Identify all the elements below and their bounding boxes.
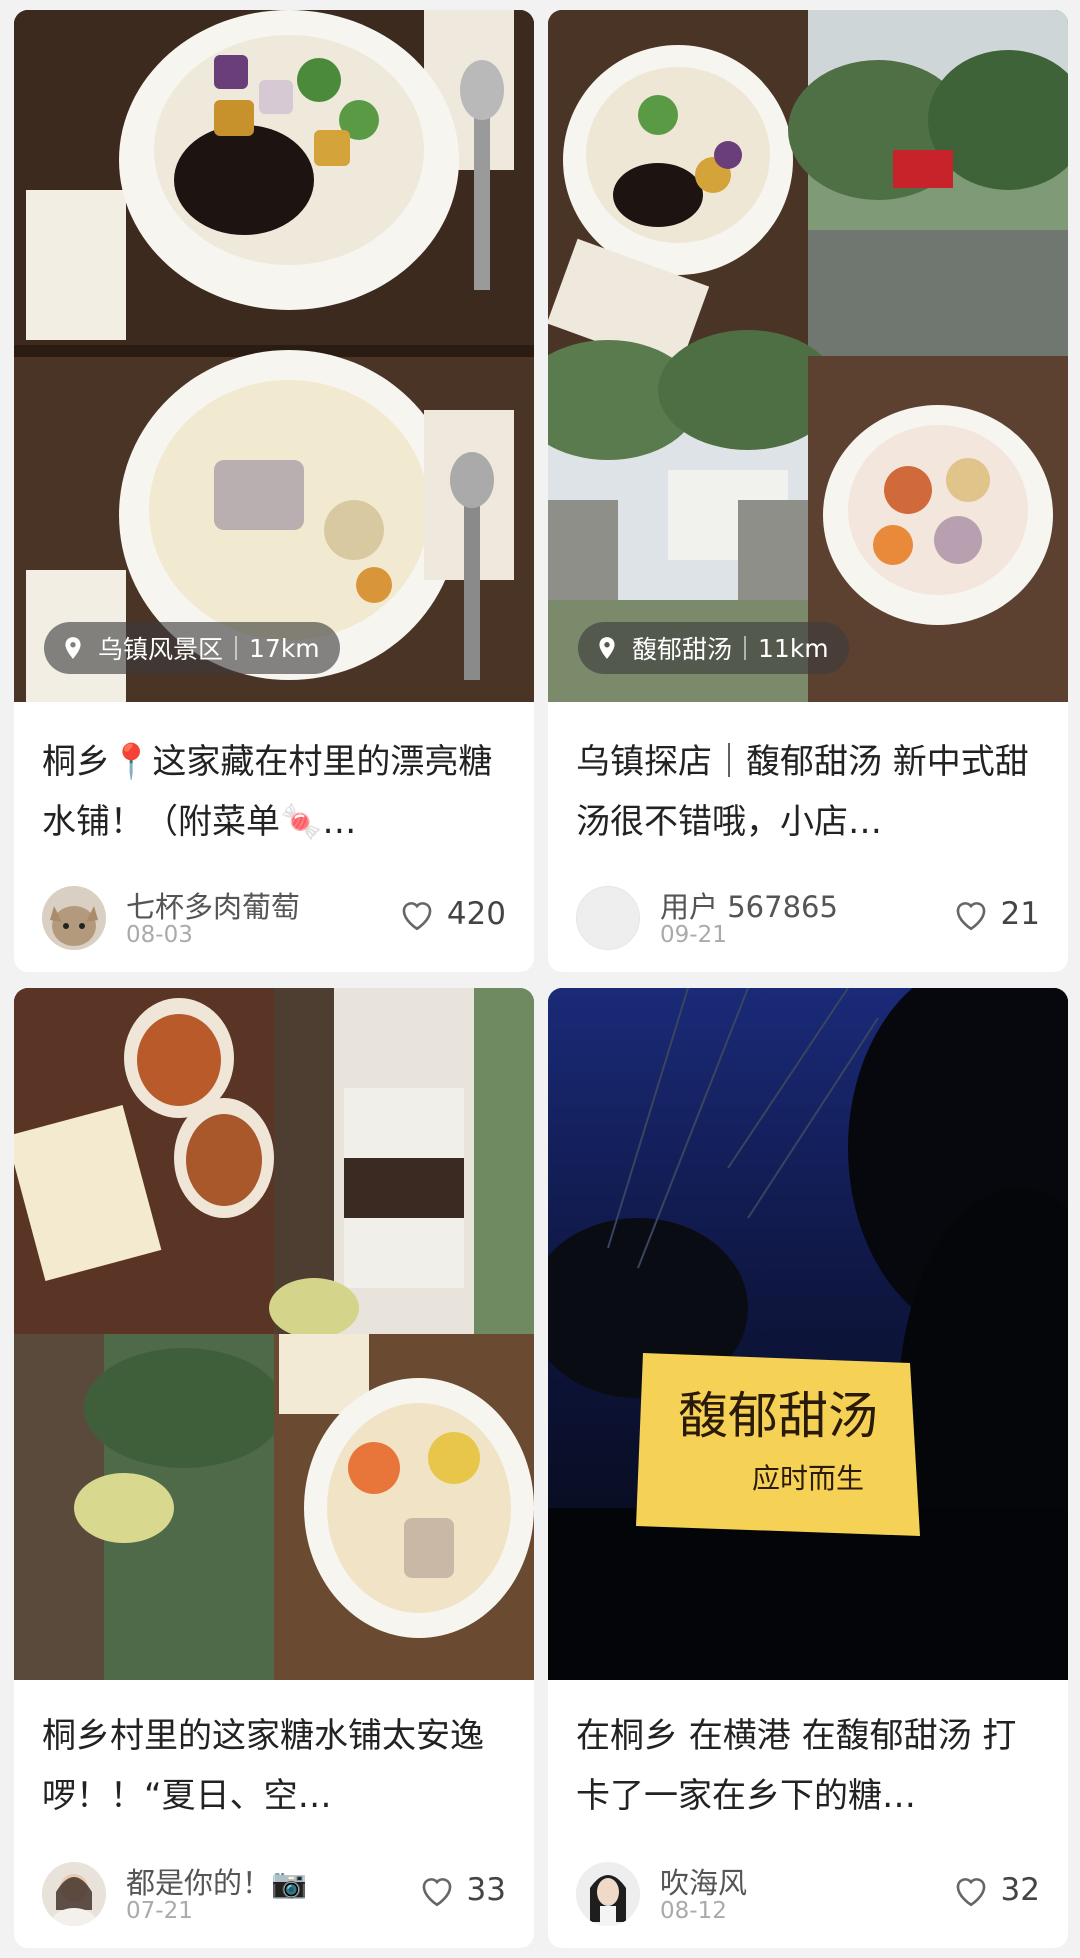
like-count: 33	[466, 1872, 506, 1908]
note-title[interactable]: 在桐乡 在横港 在馥郁甜汤 打卡了一家在乡下的糖…	[576, 1706, 1040, 1826]
location-badge[interactable]: 馥郁甜汤 11km	[578, 622, 849, 674]
note-title[interactable]: 乌镇探店｜馥郁甜汤 新中式甜汤很不错哦，小店…	[576, 732, 1040, 852]
post-date: 08-03	[126, 922, 193, 948]
location-name: 乌镇风景区	[98, 635, 224, 664]
heart-outline-icon	[956, 902, 985, 931]
sign-sub-text: 应时而生	[752, 1462, 864, 1495]
dessert-shop-collage	[548, 10, 1068, 702]
post-date: 09-21	[660, 922, 727, 948]
dessert-photo-collage	[14, 10, 534, 702]
location-pin-icon	[599, 637, 615, 659]
location-name: 馥郁甜汤	[632, 635, 733, 664]
note-cover-image[interactable]: 乌镇风景区 17km	[14, 10, 534, 702]
like-count: 420	[446, 896, 506, 932]
note-meta: 吹海风 08-12 32	[576, 1858, 1040, 1928]
sign-main-text: 馥郁甜汤	[678, 1387, 878, 1445]
person-avatar-image	[576, 1862, 640, 1926]
note-card[interactable]: 乌镇风景区 17km 桐乡📍这家藏在村里的漂亮糖水铺！（附菜单🍬… 七杯多肉葡萄…	[14, 10, 534, 972]
like-button[interactable]: 21	[951, 896, 1040, 932]
note-meta: 七杯多肉葡萄 08-03 420	[42, 882, 506, 952]
location-badge[interactable]: 乌镇风景区 17km	[44, 622, 340, 674]
author-name[interactable]: 吹海风	[660, 1860, 747, 1902]
heart-outline-icon	[422, 1878, 451, 1907]
like-button[interactable]: 32	[951, 1872, 1040, 1908]
note-cover-image[interactable]: 馥郁甜汤 11km	[548, 10, 1068, 702]
avatar[interactable]	[42, 886, 106, 950]
note-card[interactable]: 桐乡村里的这家糖水铺太安逸啰！！“夏日、空… 都是你的！📷 07-21 33	[14, 988, 534, 1948]
note-title[interactable]: 桐乡📍这家藏在村里的漂亮糖水铺！（附菜单🍬…	[42, 732, 506, 852]
badge-divider	[744, 636, 747, 660]
notes-feed: 乌镇风景区 17km 桐乡📍这家藏在村里的漂亮糖水铺！（附菜单🍬… 七杯多肉葡萄…	[0, 0, 1080, 1958]
cat-avatar-image	[42, 886, 106, 950]
night-sign-photo: 馥郁甜汤 应时而生	[548, 988, 1068, 1680]
location-pin-icon	[65, 637, 81, 659]
note-cover-image[interactable]	[14, 988, 534, 1680]
post-date: 08-12	[660, 1898, 727, 1924]
note-card[interactable]: 馥郁甜汤 11km 乌镇探店｜馥郁甜汤 新中式甜汤很不错哦，小店… 用户 567…	[548, 10, 1068, 972]
author-name[interactable]: 都是你的！📷	[126, 1860, 307, 1902]
avatar[interactable]	[576, 886, 640, 950]
heart-outline-icon	[402, 902, 432, 931]
note-title[interactable]: 桐乡村里的这家糖水铺太安逸啰！！“夏日、空…	[42, 1706, 506, 1826]
location-distance: 17km	[249, 633, 320, 663]
location-distance: 11km	[758, 633, 829, 663]
author-name[interactable]: 用户 567865	[660, 884, 838, 926]
avatar[interactable]	[42, 1862, 106, 1926]
note-meta: 都是你的！📷 07-21 33	[42, 1858, 506, 1928]
heart-outline-icon	[956, 1878, 985, 1907]
note-cover-image[interactable]: 馥郁甜汤 应时而生	[548, 988, 1068, 1680]
dessert-and-toy-collage	[14, 988, 534, 1680]
author-name[interactable]: 七杯多肉葡萄	[126, 884, 300, 926]
note-meta: 用户 567865 09-21 21	[576, 882, 1040, 952]
post-date: 07-21	[126, 1898, 193, 1924]
avatar[interactable]	[576, 1862, 640, 1926]
like-count: 32	[1000, 1872, 1040, 1908]
like-button[interactable]: 420	[397, 896, 506, 932]
badge-divider	[235, 636, 238, 660]
like-button[interactable]: 33	[417, 1872, 506, 1908]
like-count: 21	[1000, 896, 1040, 932]
person-avatar-image	[42, 1862, 106, 1926]
note-card[interactable]: 馥郁甜汤 应时而生 在桐乡 在横港 在馥郁甜汤 打卡了一家在乡下的糖… 吹海风 …	[548, 988, 1068, 1948]
